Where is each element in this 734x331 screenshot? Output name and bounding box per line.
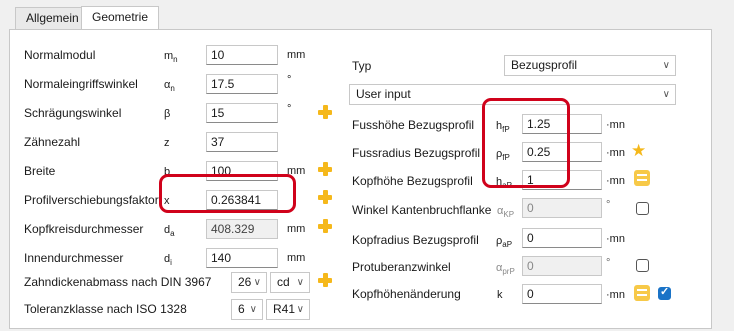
highlight-box-profilverschiebung xyxy=(159,174,296,213)
symbol-alpha-prp: αprP xyxy=(496,262,515,277)
symbol-alpha-kp: αKP xyxy=(497,205,515,220)
chevron-down-icon: ∨ xyxy=(662,89,670,100)
label-kopfhoehenaenderung: Kopfhöhenänderung xyxy=(352,287,461,301)
tab-bar: Allgemein Geometrie xyxy=(0,0,734,30)
label-zaehnezahl: Zähnezahl xyxy=(24,135,81,149)
unit-degree: ° xyxy=(287,103,292,115)
add-plus-icon[interactable] xyxy=(317,104,333,120)
label-fusshoehe: Fusshöhe Bezugsprofil xyxy=(352,118,475,132)
label-zahndickenabmass: Zahndickenabmass nach DIN 3967 xyxy=(24,275,212,289)
unit-mm: mm xyxy=(287,252,306,264)
typ-select[interactable]: Bezugsprofil ∨ xyxy=(504,55,676,76)
add-plus-icon[interactable] xyxy=(317,218,333,234)
label-protuberanzwinkel: Protuberanzwinkel xyxy=(352,260,451,274)
unit-degree: ° xyxy=(287,74,292,86)
symbol-alpha-n: αn xyxy=(164,79,175,94)
winkel-kantenbruchflanke-checkbox[interactable] xyxy=(636,202,649,215)
chevron-down-icon: ∨ xyxy=(296,304,304,315)
unit-degree: ° xyxy=(606,199,611,211)
kopfhoehenaenderung-checkbox[interactable] xyxy=(658,285,671,300)
label-kopfhoehe: Kopfhöhe Bezugsprofil xyxy=(352,174,473,188)
unit-mn: ·mn xyxy=(606,147,625,159)
zahndicken-series-select[interactable]: cd ∨ xyxy=(270,272,310,293)
label-kopfradius: Kopfradius Bezugsprofil xyxy=(352,233,479,247)
symbol-rho-ap: ρaP xyxy=(496,235,513,250)
kopfradius-input[interactable]: 0 xyxy=(522,228,602,248)
label-toleranzklasse: Toleranzklasse nach ISO 1328 xyxy=(24,302,187,316)
unit-mn: ·mn xyxy=(606,233,625,245)
normaleingriffswinkel-input[interactable]: 17.5 xyxy=(206,74,278,94)
add-plus-icon[interactable] xyxy=(317,189,333,205)
symbol-k: k xyxy=(497,289,503,301)
normalmodul-input[interactable]: 10 xyxy=(206,45,278,65)
symbol-beta: β xyxy=(164,108,171,120)
zahndicken-grade-select[interactable]: 26 ∨ xyxy=(231,272,267,293)
kopfhoehenaenderung-input[interactable]: 0 xyxy=(522,284,602,304)
toleranzklasse-grade-select[interactable]: 6 ∨ xyxy=(231,299,263,320)
add-plus-icon[interactable] xyxy=(317,272,333,288)
innendurchmesser-input[interactable]: 140 xyxy=(206,248,278,268)
unit-degree: ° xyxy=(606,257,611,269)
label-profilverschiebungsfaktor: Profilverschiebungsfaktor xyxy=(24,193,159,207)
label-breite: Breite xyxy=(24,164,56,178)
label-schraegungswinkel: Schrägungswinkel xyxy=(24,106,122,120)
label-typ: Typ xyxy=(352,59,372,73)
label-fussradius: Fussradius Bezugsprofil xyxy=(352,146,481,160)
label-innendurchmesser: Innendurchmesser xyxy=(24,251,124,265)
symbol-di: di xyxy=(164,253,172,268)
unit-mm: mm xyxy=(287,49,306,61)
chevron-down-icon: ∨ xyxy=(662,60,670,71)
equals-icon[interactable] xyxy=(634,170,650,186)
symbol-mn: mn xyxy=(164,50,178,65)
label-normalmodul: Normalmodul xyxy=(24,48,96,62)
protuberanzwinkel-input: 0 xyxy=(522,256,602,276)
add-plus-icon[interactable] xyxy=(317,161,333,177)
zaehnezahl-input[interactable]: 37 xyxy=(206,132,278,152)
symbol-da: da xyxy=(164,224,175,239)
symbol-z: z xyxy=(164,137,170,149)
equals-icon[interactable] xyxy=(634,285,650,301)
label-kopfkreisdurchmesser: Kopfkreisdurchmesser xyxy=(24,222,144,236)
unit-mn: ·mn xyxy=(606,289,625,301)
schraegungswinkel-input[interactable]: 15 xyxy=(206,103,278,123)
unit-mn: ·mn xyxy=(606,175,625,187)
chevron-down-icon: ∨ xyxy=(253,277,261,288)
chevron-down-icon: ∨ xyxy=(249,304,257,315)
winkel-kantenbruchflanke-input: 0 xyxy=(522,198,602,218)
kopfkreisdurchmesser-output: 408.329 xyxy=(206,219,278,239)
highlight-box-bezugsprofil xyxy=(482,98,570,188)
star-icon[interactable]: ★ xyxy=(631,142,646,159)
chevron-down-icon: ∨ xyxy=(296,277,304,288)
unit-mn: ·mn xyxy=(606,119,625,131)
protuberanzwinkel-checkbox[interactable] xyxy=(636,259,649,272)
unit-mm: mm xyxy=(287,223,306,235)
scrollbar-area[interactable] xyxy=(712,29,734,331)
toleranzklasse-code-select[interactable]: R41 ∨ xyxy=(266,299,310,320)
label-normaleingriffswinkel: Normaleingriffswinkel xyxy=(24,77,138,91)
label-winkel-kantenbruchflanke: Winkel Kantenbruchflanke xyxy=(352,203,492,217)
tab-geometrie[interactable]: Geometrie xyxy=(81,6,160,30)
tab-allgemein[interactable]: Allgemein xyxy=(15,7,90,29)
